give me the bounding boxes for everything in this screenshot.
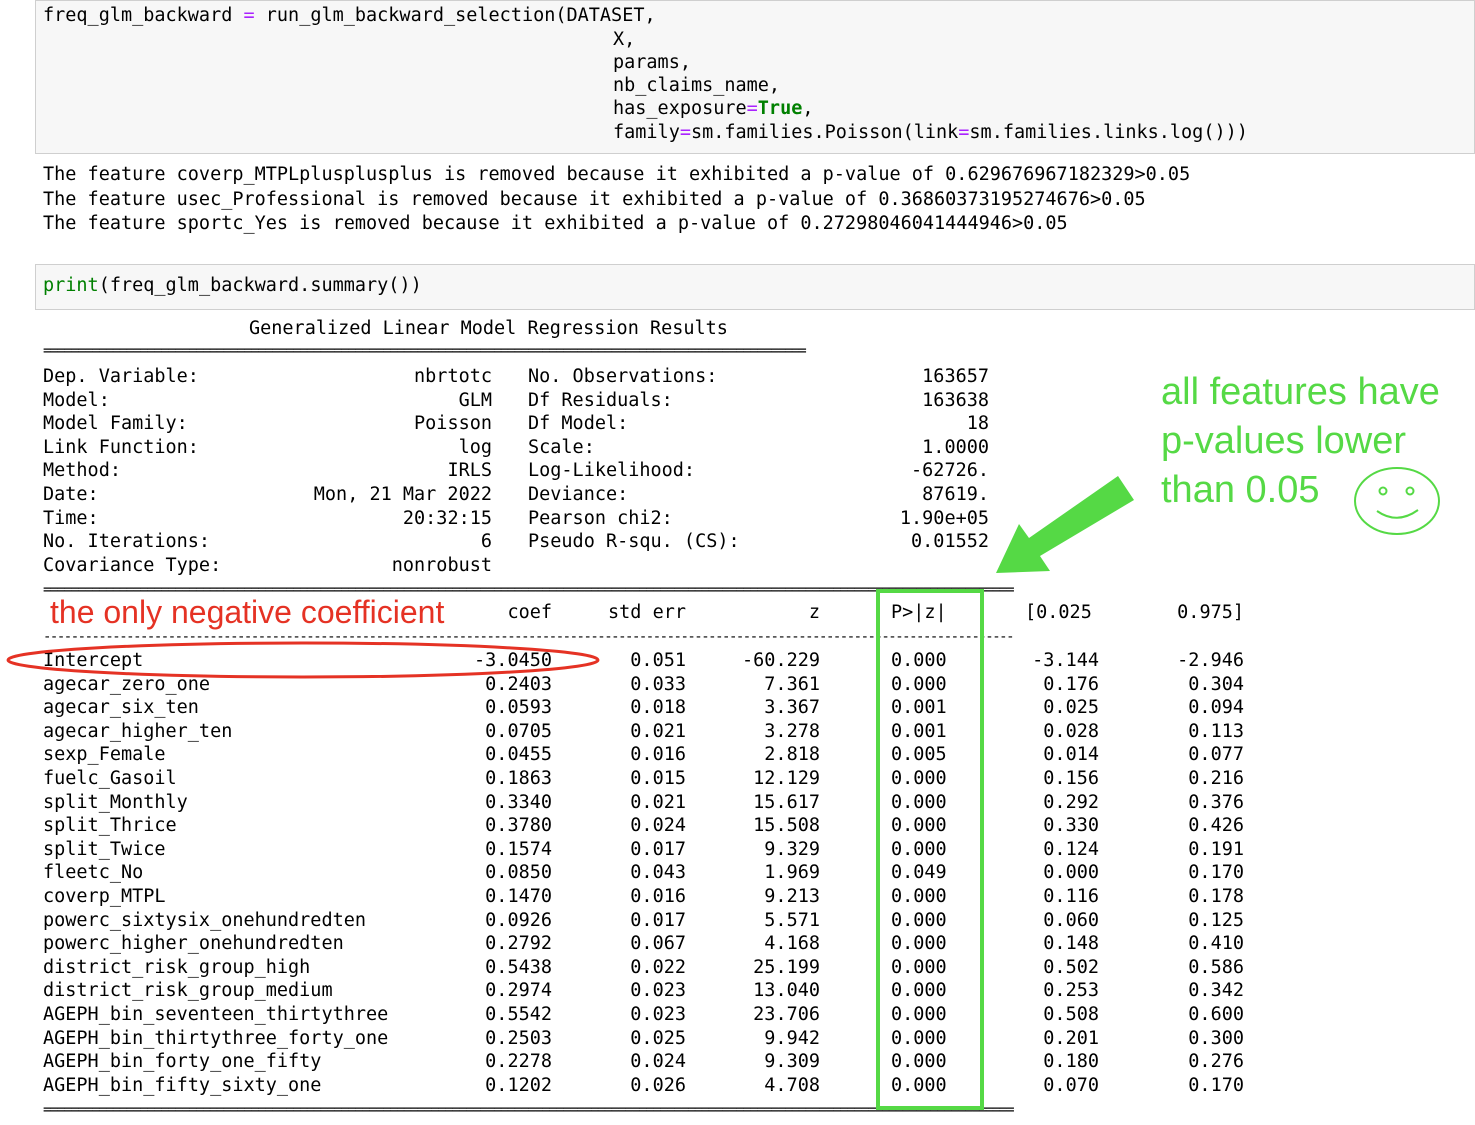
arrow-icon: [996, 476, 1134, 573]
pvalue-highlight-box: [876, 589, 984, 1110]
annotation-overlay: [6, 467, 1440, 1110]
pvalue-annotation: all features have p-values lower than 0.…: [1161, 371, 1440, 511]
intercept-highlight-ellipse: [6, 641, 600, 679]
